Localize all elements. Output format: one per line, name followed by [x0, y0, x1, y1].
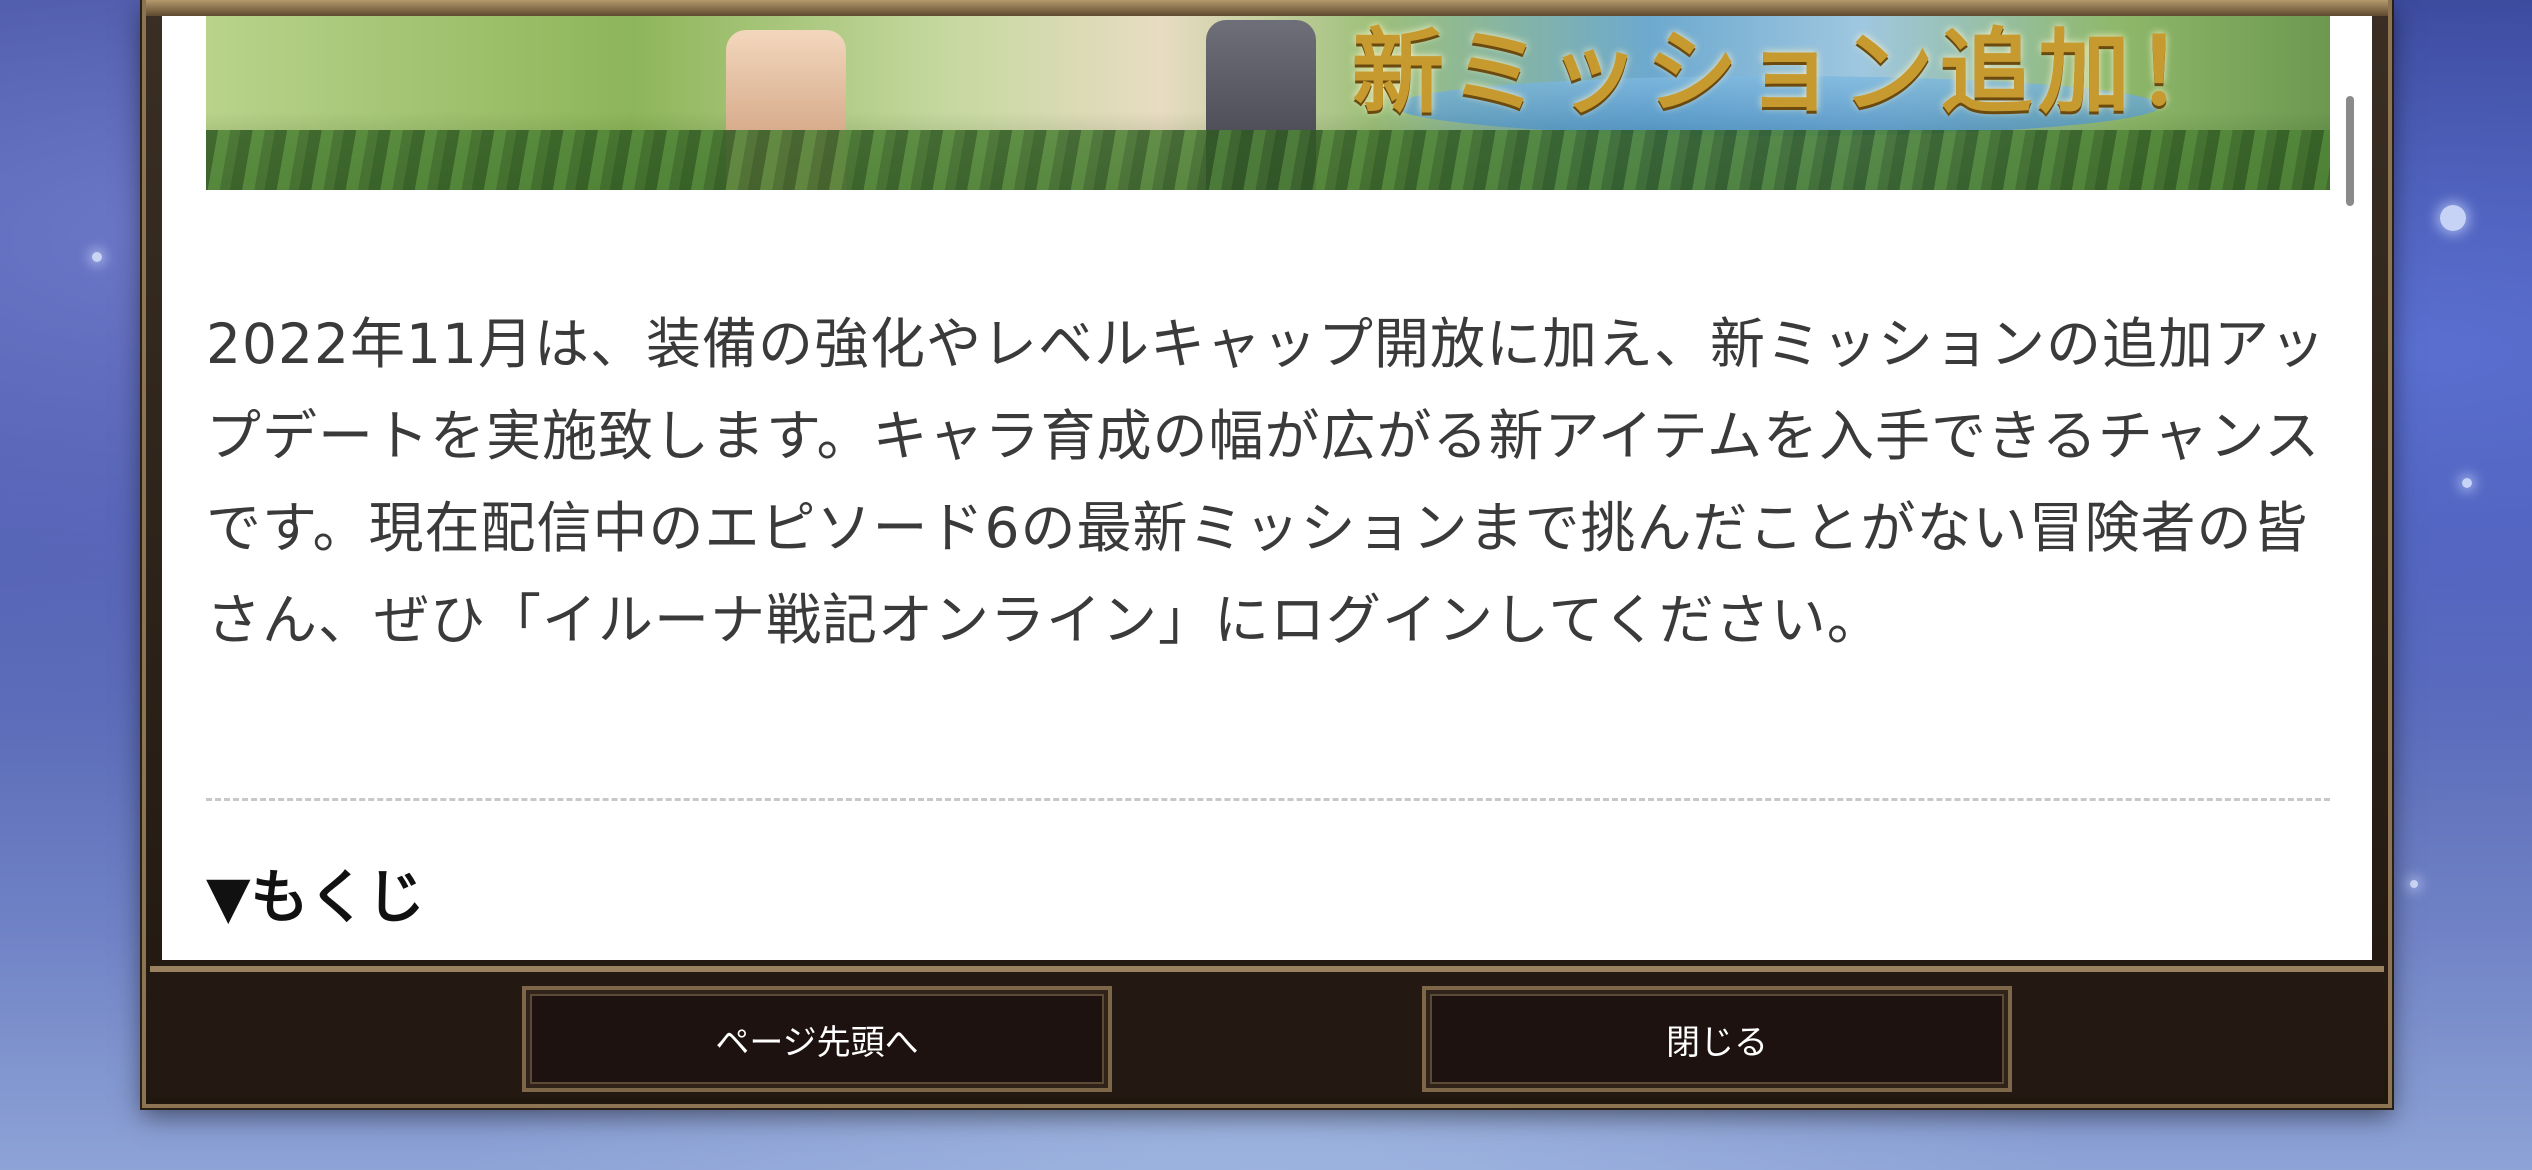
close-button[interactable]: 閉じる: [1422, 986, 2012, 1092]
content-scrollbar[interactable]: [2346, 96, 2354, 206]
notice-window: 新ミッション追加！ 2022年11月は、装備の強化やレベルキャップ開放に加え、新…: [142, 0, 2392, 1108]
window-top-border: [146, 0, 2388, 16]
section-divider: [206, 798, 2330, 801]
background-sparkle: [2440, 205, 2466, 231]
article-body-text: 2022年11月は、装備の強化やレベルキャップ開放に加え、新ミッションの追加アッ…: [206, 312, 2326, 652]
banner-title: 新ミッション追加！: [1351, 18, 2234, 126]
toc-heading: ▼もくじ: [206, 863, 425, 931]
banner-grass: [206, 130, 2330, 190]
background-sparkle: [2462, 478, 2472, 488]
event-banner-image: 新ミッション追加！: [206, 16, 2330, 190]
window-footer: ページ先頭へ 閉じる: [150, 966, 2384, 1098]
background-sparkle: [2410, 880, 2418, 888]
notice-content-area[interactable]: 新ミッション追加！ 2022年11月は、装備の強化やレベルキャップ開放に加え、新…: [162, 16, 2372, 960]
scroll-to-top-button[interactable]: ページ先頭へ: [522, 986, 1112, 1092]
background-sparkle: [92, 252, 102, 262]
toc-link[interactable]: ・2022年11月のスケジュール: [274, 946, 1007, 960]
